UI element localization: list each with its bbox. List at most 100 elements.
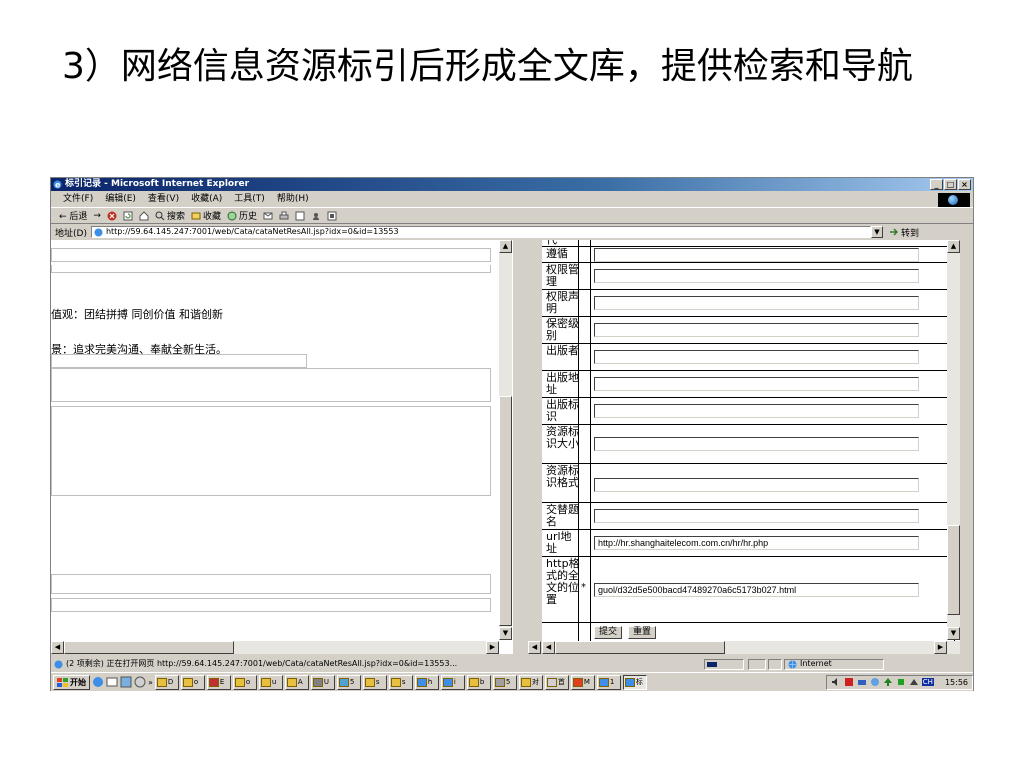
quicklaunch-more-icon[interactable]: » <box>148 678 153 687</box>
left-hscroll-thumb[interactable] <box>64 641 234 654</box>
left-scroll-thumb[interactable] <box>499 396 512 626</box>
reset-button[interactable]: 重置 <box>628 626 657 639</box>
taskbar-item[interactable]: 1 <box>596 674 621 690</box>
mid-scroll-left-arrow-icon[interactable]: ◀ <box>528 641 541 654</box>
left-field-4[interactable] <box>51 368 491 402</box>
refresh-button[interactable] <box>123 211 133 221</box>
tray-app-icon[interactable] <box>870 677 880 687</box>
form-input[interactable] <box>594 478 919 492</box>
menu-help[interactable]: 帮助(H) <box>277 192 309 206</box>
right-scroll-up-arrow-icon[interactable]: ▲ <box>947 240 960 253</box>
tray-green-icon[interactable] <box>896 677 906 687</box>
form-input[interactable] <box>594 248 919 262</box>
desktop-quicklaunch-icon[interactable] <box>120 676 132 688</box>
media-quicklaunch-icon[interactable] <box>134 676 146 688</box>
ie-quicklaunch-icon[interactable] <box>92 676 104 688</box>
taskbar-item[interactable]: h <box>414 674 439 690</box>
taskbar-item[interactable]: s <box>388 674 413 690</box>
form-input[interactable] <box>594 509 919 523</box>
antivirus-icon[interactable] <box>844 677 854 687</box>
history-button[interactable]: 历史 <box>227 209 257 222</box>
scroll-left-arrow-icon[interactable]: ◀ <box>51 641 64 654</box>
taskbar-item[interactable]: 5 <box>336 674 361 690</box>
scroll-right-arrow-icon[interactable]: ▶ <box>486 641 499 654</box>
stop-button[interactable] <box>107 211 117 221</box>
taskbar-item[interactable]: i <box>440 674 465 690</box>
form-input[interactable] <box>594 269 919 283</box>
home-button[interactable] <box>139 210 149 221</box>
volume-icon[interactable] <box>831 677 841 687</box>
taskbar-item[interactable]: U <box>310 674 335 690</box>
right-hscroll-thumb[interactable] <box>555 641 725 654</box>
discuss-button[interactable] <box>311 211 321 221</box>
close-button[interactable]: × <box>958 179 971 190</box>
right-scroll-down-arrow-icon[interactable]: ▼ <box>947 627 960 640</box>
tray-arrow-icon[interactable] <box>883 677 893 687</box>
print-button[interactable] <box>279 211 289 221</box>
frame-separator[interactable]: ◀ <box>526 240 542 654</box>
form-input[interactable] <box>594 296 919 310</box>
go-button[interactable]: 转到 <box>889 226 919 239</box>
menu-favorites[interactable]: 收藏(A) <box>191 192 222 206</box>
form-input[interactable] <box>594 323 919 337</box>
network-icon[interactable] <box>857 677 867 687</box>
forward-button[interactable]: → <box>93 211 101 221</box>
right-scroll-right-arrow-icon[interactable]: ▶ <box>934 641 947 654</box>
form-input[interactable] <box>594 437 919 451</box>
menu-tools[interactable]: 工具(T) <box>234 192 265 206</box>
outlook-quicklaunch-icon[interactable] <box>106 676 118 688</box>
back-button[interactable]: ← 后退 <box>59 209 87 222</box>
left-horizontal-scrollbar[interactable]: ◀ ▶ <box>51 641 499 654</box>
right-vertical-scrollbar[interactable]: ▲ ▼ <box>947 240 960 640</box>
left-field-3[interactable] <box>51 354 307 368</box>
form-label: 出版标识 <box>546 398 579 423</box>
left-field-1[interactable] <box>51 248 491 262</box>
menu-file[interactable]: 文件(F) <box>63 192 93 206</box>
left-textarea-1[interactable] <box>51 406 491 496</box>
language-indicator[interactable]: CH <box>921 678 934 686</box>
form-input[interactable] <box>594 350 919 364</box>
left-field-6[interactable] <box>51 598 491 612</box>
favorites-button[interactable]: 收藏 <box>191 209 221 222</box>
minimize-button[interactable]: _ <box>930 179 943 190</box>
search-button[interactable]: 搜索 <box>155 209 185 222</box>
submit-button[interactable]: 提交 <box>594 626 623 639</box>
taskbar-item[interactable]: D <box>154 674 179 690</box>
taskbar-item[interactable]: u <box>258 674 283 690</box>
form-input[interactable] <box>594 404 919 418</box>
taskbar-item-active[interactable]: 标 <box>622 674 647 690</box>
scroll-down-arrow-icon[interactable]: ▼ <box>499 627 512 640</box>
address-input[interactable]: http://59.64.145.247:7001/web/Cata/cataN… <box>90 226 871 238</box>
maximize-button[interactable]: □ <box>944 179 957 190</box>
url-input[interactable]: http://hr.shanghaitelecom.com.cn/hr/hr.p… <box>594 536 919 550</box>
taskbar-item[interactable]: 5 <box>492 674 517 690</box>
form-row-fulltext-location: http格式的全文的位置 * guol/d32d5e500bacd4748927… <box>542 556 960 622</box>
mail-button[interactable] <box>263 211 273 221</box>
form-input[interactable] <box>594 377 919 391</box>
address-dropdown-button[interactable]: ▼ <box>870 226 883 238</box>
right-scroll-left-arrow-icon[interactable]: ◀ <box>542 641 555 654</box>
scroll-up-arrow-icon[interactable]: ▲ <box>499 240 512 253</box>
tray-display-icon[interactable] <box>909 677 919 687</box>
edit-button[interactable] <box>295 211 305 221</box>
menu-edit[interactable]: 编辑(E) <box>105 192 136 206</box>
menu-view[interactable]: 查看(V) <box>148 192 179 206</box>
taskbar-item[interactable]: s <box>362 674 387 690</box>
left-vertical-scrollbar[interactable]: ▲ ▼ <box>499 240 512 640</box>
messenger-button[interactable] <box>327 211 337 221</box>
taskbar-item[interactable]: o <box>232 674 257 690</box>
taskbar-item[interactable]: A <box>284 674 309 690</box>
taskbar-item[interactable]: b <box>466 674 491 690</box>
right-scroll-thumb[interactable] <box>947 525 960 615</box>
taskbar-item[interactable]: 对 <box>518 674 543 690</box>
fulltext-location-input[interactable]: guol/d32d5e500bacd47489270a6c5173b027.ht… <box>594 583 919 597</box>
right-horizontal-scrollbar[interactable]: ◀ ▶ <box>542 641 960 654</box>
taskbar-item[interactable]: M <box>570 674 595 690</box>
taskbar-item[interactable]: 首 <box>544 674 569 690</box>
form-row-publisher-id: 出版标识 <box>542 397 960 424</box>
taskbar-item[interactable]: E <box>206 674 231 690</box>
mid-scroll[interactable]: ◀ <box>528 641 541 654</box>
start-button[interactable]: 开始 <box>53 674 90 690</box>
left-field-5[interactable] <box>51 574 491 594</box>
taskbar-item[interactable]: o <box>180 674 205 690</box>
